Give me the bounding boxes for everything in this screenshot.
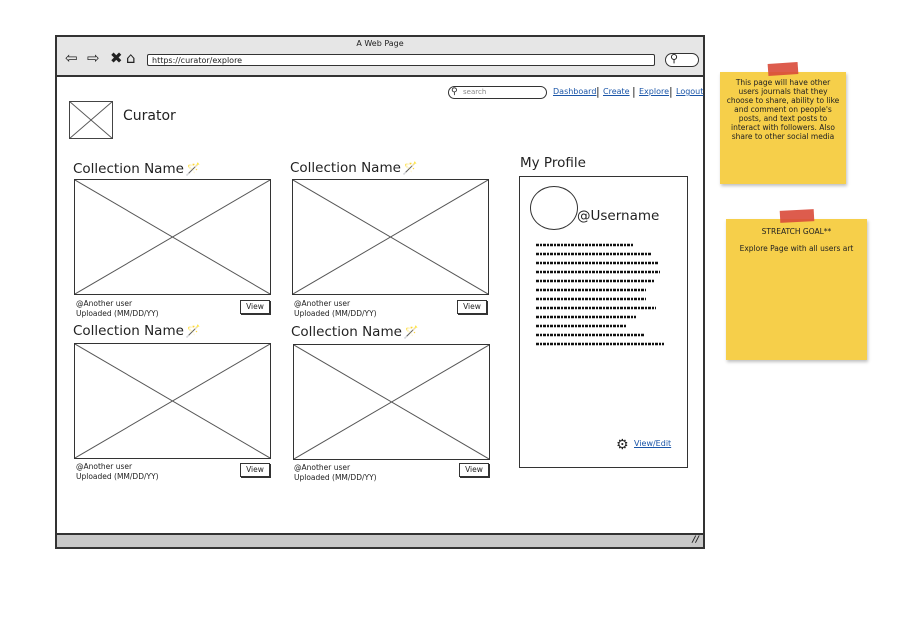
nav-link-create[interactable]: Create [603,87,630,96]
collection-image-placeholder[interactable] [293,344,490,460]
collection-uploaded: Uploaded (MM/DD/YY) [294,473,377,482]
collection-meta: @Another user Uploaded (MM/DD/YY) [294,299,377,319]
collection-user: @Another user [76,299,133,308]
view-button[interactable]: View [240,300,270,314]
search-icon: ⚲ [670,52,679,65]
view-button[interactable]: View [240,463,270,477]
bio-scribble-text [536,243,664,346]
profile-username: @Username [577,208,660,224]
nav-divider: | [669,85,673,98]
collection-user: @Another user [294,299,351,308]
window-title: A Web Page [356,39,404,48]
resize-handle-icon[interactable]: // [692,535,699,545]
browser-window: A Web Page ⇦ ⇨ ✖ ⌂ https://curator/explo… [55,35,705,549]
collection-uploaded: Uploaded (MM/DD/YY) [76,309,159,318]
avatar[interactable] [530,186,578,230]
collection-title[interactable]: Collection Name 🪄 [291,324,419,340]
collection-meta: @Another user Uploaded (MM/DD/YY) [294,463,377,483]
nav-divider: | [596,85,600,98]
browser-search-button[interactable]: ⚲ [665,52,699,67]
collection-uploaded: Uploaded (MM/DD/YY) [294,309,377,318]
magic-wand-icon: 🪄 [402,161,418,175]
sticky-note: STREATCH GOAL** Explore Page with all us… [726,219,867,360]
sticky-note-text: Explore Page with all users art [739,244,854,253]
forward-arrow-icon[interactable]: ⇨ [87,51,100,66]
collection-title[interactable]: Collection Name 🪄 [290,160,418,176]
collection-uploaded: Uploaded (MM/DD/YY) [76,472,159,481]
view-button[interactable]: View [459,463,489,477]
url-bar[interactable]: https://curator/explore [147,54,655,66]
sticky-note: This page will have other users journals… [720,72,846,184]
view-edit-link[interactable]: View/Edit [634,439,671,448]
profile-heading: My Profile [520,155,586,171]
sticky-note-text: This page will have other users journals… [726,78,840,141]
collection-image-placeholder[interactable] [74,343,271,459]
home-icon[interactable]: ⌂ [126,51,136,66]
brand-name: Curator [123,108,176,124]
profile-card: @Username ⚙ View/Edit [519,176,688,468]
search-placeholder: search [463,88,487,96]
sticky-tape [767,61,799,77]
magic-wand-icon: 🪄 [185,324,201,338]
close-icon[interactable]: ✖ [110,51,123,66]
collection-meta: @Another user Uploaded (MM/DD/YY) [76,462,159,482]
magic-wand-icon: 🪄 [403,325,419,339]
search-input[interactable]: ⚲ search [448,86,547,99]
gear-icon[interactable]: ⚙ [616,437,629,453]
magic-wand-icon: 🪄 [185,162,201,176]
nav-link-dashboard[interactable]: Dashboard [553,87,596,96]
nav-link-logout[interactable]: Logout [676,87,703,96]
collection-title[interactable]: Collection Name 🪄 [73,323,201,339]
collection-user: @Another user [294,463,351,472]
back-arrow-icon[interactable]: ⇦ [65,51,78,66]
collection-title[interactable]: Collection Name 🪄 [73,161,201,177]
view-button[interactable]: View [457,300,487,314]
nav-divider: | [632,85,636,98]
collection-image-placeholder[interactable] [292,179,489,295]
nav-link-explore[interactable]: Explore [639,87,669,96]
sticky-note-title: STREATCH GOAL** [761,227,832,236]
search-icon: ⚲ [451,87,458,97]
collection-meta: @Another user Uploaded (MM/DD/YY) [76,299,159,319]
collection-image-placeholder[interactable] [74,179,271,295]
browser-statusbar: // [57,533,703,547]
browser-titlebar: A Web Page ⇦ ⇨ ✖ ⌂ https://curator/explo… [57,37,703,77]
sticky-tape [779,209,815,223]
logo-image-placeholder [69,101,113,139]
collection-user: @Another user [76,462,133,471]
